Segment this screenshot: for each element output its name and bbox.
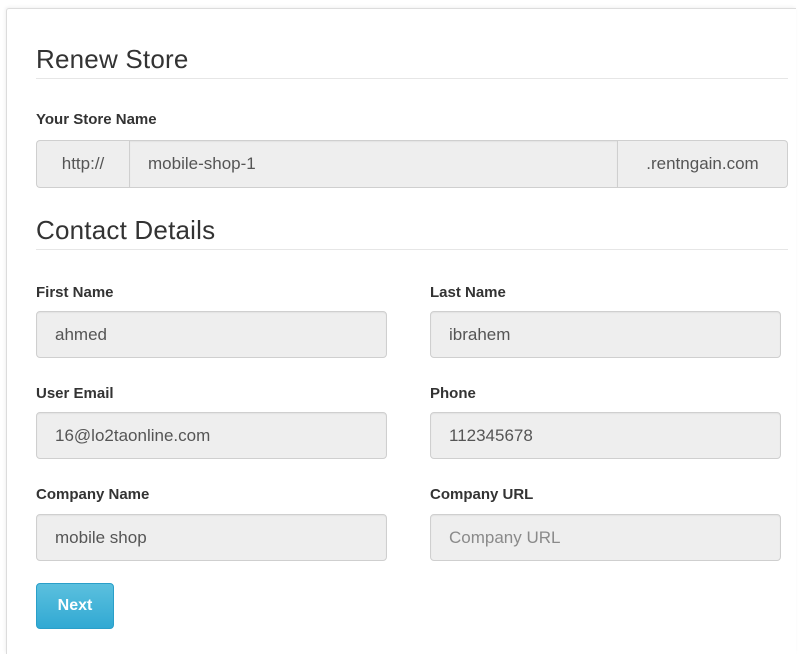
phone-input[interactable] bbox=[430, 412, 781, 459]
user-email-label: User Email bbox=[36, 385, 114, 402]
domain-suffix-addon: .rentngain.com bbox=[618, 140, 788, 188]
company-url-input[interactable] bbox=[430, 514, 781, 561]
user-email-input[interactable] bbox=[36, 412, 387, 459]
company-name-label: Company Name bbox=[36, 486, 150, 503]
section-divider bbox=[36, 249, 788, 250]
company-name-input[interactable] bbox=[36, 514, 387, 561]
store-name-input-group: http:// .rentngain.com bbox=[36, 140, 788, 188]
last-name-label: Last Name bbox=[430, 284, 506, 301]
contact-details-title: Contact Details bbox=[36, 215, 216, 245]
section-divider bbox=[36, 78, 788, 79]
store-name-label: Your Store Name bbox=[36, 111, 157, 128]
first-name-label: First Name bbox=[36, 284, 114, 301]
first-name-input[interactable] bbox=[36, 311, 387, 358]
phone-label: Phone bbox=[430, 385, 476, 402]
next-button[interactable]: Next bbox=[36, 583, 114, 629]
url-prefix-addon: http:// bbox=[36, 140, 129, 188]
company-url-label: Company URL bbox=[430, 486, 534, 503]
renew-store-title: Renew Store bbox=[36, 44, 189, 74]
renew-store-panel: Renew Store Your Store Name http:// .ren… bbox=[6, 8, 796, 654]
store-name-input[interactable] bbox=[129, 140, 618, 188]
last-name-input[interactable] bbox=[430, 311, 781, 358]
